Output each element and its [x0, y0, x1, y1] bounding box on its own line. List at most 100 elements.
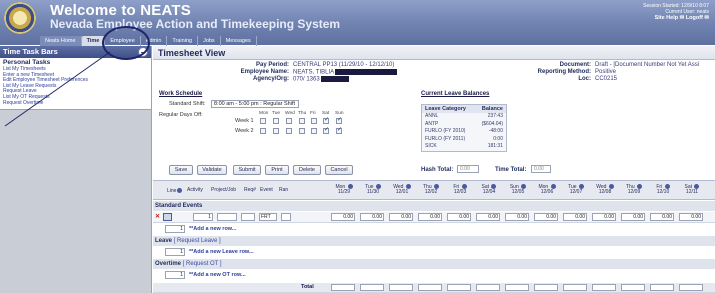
submit-button[interactable]: Submit: [233, 165, 261, 175]
add-row-index[interactable]: 1: [165, 225, 185, 233]
total-hours-cell: [418, 284, 442, 291]
col-leave-category: Leave Category: [425, 106, 466, 112]
hours-input[interactable]: 0.00: [563, 213, 587, 221]
week2-thu-checkbox[interactable]: [299, 128, 305, 134]
request-leave-link[interactable]: [ Request Leave ]: [174, 238, 221, 244]
day-header-thu: Thu: [298, 111, 307, 116]
leave-balances-table: Leave Category Balance ANNL 237:43 ANTP ($6…: [421, 104, 507, 152]
date-column-header: Sun 12/05: [505, 184, 531, 196]
date-column-header: Fri 12/10: [650, 184, 676, 196]
table-row: ✕ 1 FRT 0.00 0.00 0.00 0.00 0.00 0.00 0.00 0.00…: [153, 212, 715, 223]
day-header-mon: Mon: [259, 111, 269, 116]
total-row: Total: [153, 283, 715, 293]
leave-category: ANNL: [425, 113, 439, 119]
date-column-date: 11/30: [366, 189, 380, 196]
total-hours-cell: [650, 284, 674, 291]
leave-rows: ANNL 237:43 ANTP ($604.04) FURLO (FY 2010) -4…: [422, 113, 506, 151]
help-icon[interactable]: [694, 184, 700, 189]
add-row-line: 1 **Add a new row...: [153, 224, 715, 235]
leave-balance: 237:43: [487, 113, 503, 119]
add-new-row-link[interactable]: **Add a new row...: [189, 226, 236, 232]
week2-mon-checkbox[interactable]: [260, 128, 266, 134]
hours-input[interactable]: 0.00: [592, 213, 616, 221]
copy-row-icon[interactable]: [163, 213, 172, 221]
hours-input[interactable]: 0.00: [331, 213, 355, 221]
add-leave-row-index[interactable]: 1: [165, 248, 185, 256]
ran-field[interactable]: [281, 213, 291, 221]
event-field[interactable]: FRT: [259, 213, 277, 221]
delete-row-icon[interactable]: ✕: [155, 214, 161, 220]
help-icon[interactable]: [375, 184, 381, 189]
hours-input[interactable]: 0.00: [389, 213, 413, 221]
agency-row: 070/ 1363: [293, 76, 350, 83]
activity-field[interactable]: [217, 213, 237, 221]
leave-balance: 181:31: [487, 143, 503, 149]
hours-input[interactable]: 0.00: [621, 213, 645, 221]
help-icon[interactable]: [578, 184, 584, 189]
week2-wed-checkbox[interactable]: [286, 128, 292, 134]
total-hours-cell: [563, 284, 587, 291]
overtime-band: Overtime [ Request OT ]: [153, 259, 715, 269]
hours-input[interactable]: 0.00: [360, 213, 384, 221]
week1-thu-checkbox[interactable]: [299, 118, 305, 124]
hours-input[interactable]: 0.00: [476, 213, 500, 221]
help-icon[interactable]: [434, 184, 439, 189]
leave-balance: -48:00: [488, 128, 503, 134]
help-icon[interactable]: [521, 184, 527, 189]
week2-sun-checkbox[interactable]: [336, 126, 342, 134]
leave-balance: ($604.04): [481, 120, 503, 127]
date-column-header: Sat 12/11: [679, 184, 705, 196]
pay-period-value: CENTRAL PP13 (11/29/10 - 12/12/10): [293, 62, 395, 68]
validate-button[interactable]: Validate: [197, 165, 227, 175]
request-ot-link[interactable]: [ Request OT ]: [183, 261, 222, 267]
hours-input[interactable]: 0.00: [679, 213, 703, 221]
date-column-header: Wed 12/08: [592, 184, 618, 196]
hours-input[interactable]: 0.00: [418, 213, 442, 221]
leave-balance-row: FURLO (FY 2010) -48:00: [422, 128, 506, 136]
help-icon[interactable]: [550, 184, 556, 189]
add-ot-row-link[interactable]: **Add a new OT row...: [189, 272, 246, 278]
help-icon[interactable]: [405, 184, 411, 189]
leave-balances-title: Current Leave Balances: [421, 91, 490, 97]
line-number-field[interactable]: 1: [193, 213, 213, 221]
help-icon[interactable]: [637, 184, 642, 189]
hours-input[interactable]: 0.00: [534, 213, 558, 221]
week2-tue-checkbox[interactable]: [273, 128, 279, 134]
total-hours-cell: [621, 284, 645, 291]
week1-mon-checkbox[interactable]: [260, 118, 266, 124]
hours-input[interactable]: 0.00: [505, 213, 529, 221]
add-leave-row-line: 1 **Add a new Leave row...: [153, 247, 715, 258]
total-hours-cell: [476, 284, 500, 291]
save-button[interactable]: Save: [169, 165, 193, 175]
work-schedule-title: Work Schedule: [159, 91, 203, 97]
week1-wed-checkbox[interactable]: [286, 118, 292, 124]
project-job-field[interactable]: [241, 213, 255, 221]
date-column-date: 12/10: [656, 189, 670, 196]
print-button[interactable]: Print: [265, 165, 289, 175]
add-leave-row-link[interactable]: **Add a new Leave row...: [189, 249, 254, 255]
leave-table-header: Leave Category Balance: [422, 105, 506, 113]
help-icon[interactable]: [491, 184, 497, 189]
cancel-button[interactable]: Cancel: [325, 165, 353, 175]
date-column-header: Mon 12/06: [534, 184, 560, 196]
week2-fri-checkbox[interactable]: [311, 128, 317, 134]
week2-sat-checkbox[interactable]: [323, 126, 329, 134]
hours-input[interactable]: 0.00: [447, 213, 471, 221]
week1-sun-checkbox[interactable]: [336, 116, 342, 124]
help-icon[interactable]: [664, 184, 670, 189]
leave-balance: 0:00: [493, 135, 503, 142]
week1-tue-checkbox[interactable]: [273, 118, 279, 124]
date-column-date: 12/04: [482, 189, 496, 196]
hours-input[interactable]: 0.00: [650, 213, 674, 221]
week1-sat-checkbox[interactable]: [323, 116, 329, 124]
week1-fri-checkbox[interactable]: [311, 118, 317, 124]
help-icon[interactable]: [608, 184, 614, 189]
add-ot-row-line: 1 **Add a new OT row...: [153, 270, 715, 281]
loc-value: CC0215: [595, 76, 618, 82]
add-ot-row-index[interactable]: 1: [165, 271, 185, 279]
delete-button[interactable]: Delete: [293, 165, 321, 175]
help-icon[interactable]: [461, 184, 467, 189]
help-icon[interactable]: [177, 188, 183, 193]
standard-shift-select[interactable]: 8:00 am - 5:00 pm : Regular Shift: [211, 100, 299, 108]
help-icon[interactable]: [347, 184, 353, 189]
